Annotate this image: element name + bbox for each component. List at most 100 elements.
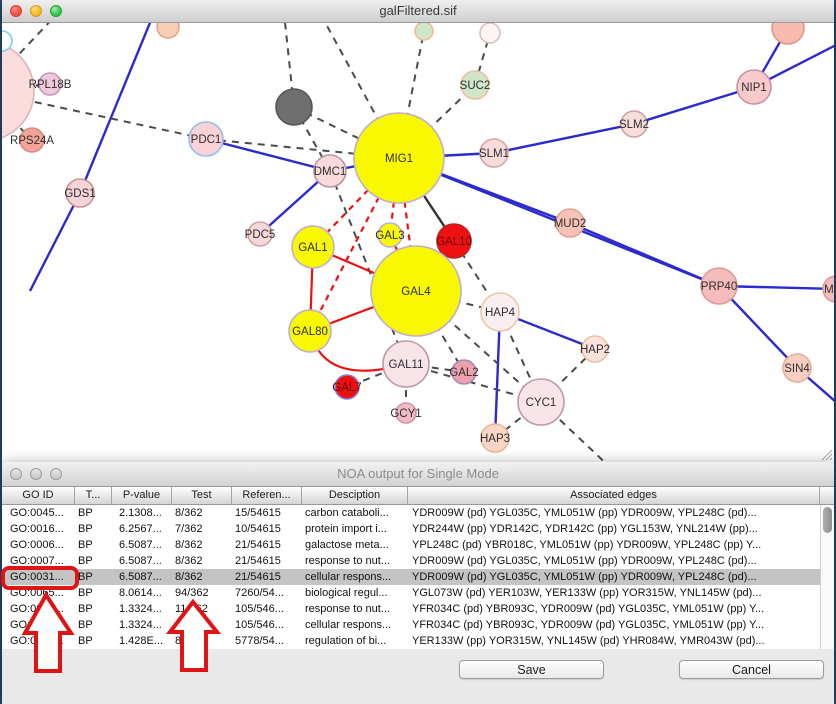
- table-cell: 11/362: [172, 617, 232, 633]
- table-cell: GO:0031...: [2, 569, 75, 585]
- column-header-go-id[interactable]: GO ID: [2, 487, 75, 504]
- node-label-GAL1: GAL1: [298, 242, 327, 254]
- column-header-desciption[interactable]: Desciption: [302, 487, 408, 504]
- table-cell: GO:0006...: [2, 537, 75, 553]
- table-cell: response to nut...: [302, 601, 408, 617]
- node-label-MUD2: MUD2: [554, 218, 587, 230]
- table-cell: YGL073W (pd) YER103W, YER133W (pp) YOR31…: [408, 585, 820, 601]
- table-cell: 21/54615: [232, 537, 302, 553]
- node-label-MSL: MSL: [824, 284, 834, 296]
- results-table: GO:0045...BP2.1308...8/36215/54615carbon…: [2, 505, 820, 649]
- table-cell: 2.1308...: [112, 505, 172, 521]
- table-cell: galactose meta...: [302, 537, 408, 553]
- table-cell: cellular respons...: [302, 617, 408, 633]
- node-topPeach[interactable]: [157, 23, 179, 38]
- table-row-6[interactable]: GO:0065...BP8.0614...94/3627260/54...bio…: [2, 585, 820, 601]
- table-cell: BP: [75, 553, 112, 569]
- node-label-PDC5: PDC5: [245, 229, 276, 241]
- table-cell: 5778/54...: [232, 633, 302, 649]
- node-topSalmon[interactable]: [772, 23, 804, 44]
- edge-SLM1-SLM2: [494, 124, 634, 153]
- table-cell: 6.5087...: [112, 569, 172, 585]
- table-cell: 8/362: [172, 569, 232, 585]
- table-cell: BP: [75, 537, 112, 553]
- noa-output-window: NOA output for Single Mode GO IDT...P-va…: [2, 462, 834, 704]
- table-cell: BP: [75, 521, 112, 537]
- edge-pt1-GDS1: [80, 23, 154, 193]
- cancel-button[interactable]: Cancel: [679, 660, 824, 679]
- table-cell: 6.2567...: [112, 521, 172, 537]
- table-row-4[interactable]: GO:0007...BP6.5087...8/36221/54615respon…: [2, 553, 820, 569]
- network-window-titlebar[interactable]: galFiltered.sif: [2, 0, 834, 23]
- table-row-9[interactable]: GO:0050...BP1.428E...80/3625778/54...reg…: [2, 633, 820, 649]
- table-row-3[interactable]: GO:0006...BP6.5087...8/36221/54615galact…: [2, 537, 820, 553]
- table-cell: GO:0050...: [2, 633, 75, 649]
- resize-grip[interactable]: [819, 447, 833, 461]
- column-header-test[interactable]: Test: [172, 487, 232, 504]
- table-cell: YFR034C (pd) YBR093C, YDR009W (pd) YGL03…: [408, 617, 820, 633]
- table-cell: biological regul...: [302, 585, 408, 601]
- node-graynode[interactable]: [276, 89, 312, 125]
- table-cell: GO:0065...: [2, 585, 75, 601]
- node-label-SLM2: SLM2: [619, 119, 649, 131]
- table-row-8[interactable]: GO:0031...BP1.3324...11/362105/546...cel…: [2, 617, 820, 633]
- table-cell: BP: [75, 617, 112, 633]
- scrollbar-thumb[interactable]: [823, 507, 832, 533]
- table-cell: BP: [75, 505, 112, 521]
- table-row-2[interactable]: GO:0016...BP6.2567...7/36210/54615protei…: [2, 521, 820, 537]
- node-bigleft[interactable]: [2, 41, 34, 141]
- table-row-1[interactable]: GO:0045...BP2.1308...8/36215/54615carbon…: [2, 505, 820, 521]
- node-label-GAL7: GAL7: [332, 382, 361, 394]
- node-label-GAL10: GAL10: [436, 236, 472, 248]
- table-cell: carbon cataboli...: [302, 505, 408, 521]
- table-cell: 105/546...: [232, 617, 302, 633]
- network-window: galFiltered.sif RPL18BRPS24APDC1GDS1DMC1…: [2, 0, 834, 462]
- table-cell: cellular respons...: [302, 569, 408, 585]
- node-label-GAL4: GAL4: [401, 286, 431, 298]
- node-label-PDC1: PDC1: [191, 134, 222, 146]
- table-cell: 1.3324...: [112, 617, 172, 633]
- column-header-p-value[interactable]: P-value: [112, 487, 172, 504]
- node-topGreen[interactable]: [415, 23, 433, 40]
- node-topWhite[interactable]: [480, 23, 500, 43]
- table-cell: 7/362: [172, 521, 232, 537]
- table-cell: GO:0016...: [2, 521, 75, 537]
- table-cell: BP: [75, 569, 112, 585]
- node-label-CYC1: CYC1: [526, 397, 557, 409]
- table-cell: YDR244W (pp) YDR142C, YDR142C (pp) YGL15…: [408, 521, 820, 537]
- table-cell: GO:0045...: [2, 505, 75, 521]
- noa-window-titlebar[interactable]: NOA output for Single Mode: [2, 462, 834, 487]
- table-cell: 7260/54...: [232, 585, 302, 601]
- node-label-GAL11: GAL11: [389, 359, 424, 371]
- node-label-GAL80: GAL80: [292, 326, 328, 338]
- table-cell: 15/54615: [232, 505, 302, 521]
- node-label-DMC1: DMC1: [314, 166, 347, 178]
- column-header-associated-edges[interactable]: Associated edges: [408, 487, 820, 504]
- node-label-SLM1: SLM1: [479, 148, 509, 160]
- table-row-5[interactable]: GO:0031...BP6.5087...8/36221/54615cellul…: [2, 569, 820, 585]
- table-cell: protein import i...: [302, 521, 408, 537]
- node-label-HAP4: HAP4: [485, 307, 516, 319]
- node-label-HAP2: HAP2: [580, 344, 610, 356]
- save-button[interactable]: Save: [459, 660, 604, 679]
- table-cell: 1.3324...: [112, 601, 172, 617]
- network-canvas[interactable]: RPL18BRPS24APDC1GDS1DMC1SUC2SLM1SLM2NIP1…: [2, 23, 834, 462]
- node-label-RPL18B: RPL18B: [29, 79, 72, 91]
- table-cell: 8/362: [172, 505, 232, 521]
- table-cell: 105/546...: [232, 601, 302, 617]
- network-graph: RPL18BRPS24APDC1GDS1DMC1SUC2SLM1SLM2NIP1…: [2, 23, 834, 462]
- table-cell: YDR009W (pd) YGL035C, YML051W (pp) YDR00…: [408, 553, 820, 569]
- table-cell: 94/362: [172, 585, 232, 601]
- vertical-scrollbar[interactable]: [820, 505, 834, 649]
- table-row-7[interactable]: GO:0031...BP1.3324...11/362105/546...res…: [2, 601, 820, 617]
- node-label-PRP40: PRP40: [701, 281, 737, 293]
- edge-SLM2-NIP1: [634, 87, 754, 124]
- table-cell: 8/362: [172, 537, 232, 553]
- button-bar: Save Cancel: [2, 649, 834, 704]
- network-window-title: galFiltered.sif: [2, 0, 834, 22]
- column-header-t-[interactable]: T...: [75, 487, 112, 504]
- table-cell: GO:0031...: [2, 617, 75, 633]
- column-header-referen-[interactable]: Referen...: [232, 487, 302, 504]
- node-label-RPS24A: RPS24A: [10, 135, 54, 147]
- table-cell: YFR034C (pd) YBR093C, YDR009W (pd) YGL03…: [408, 601, 820, 617]
